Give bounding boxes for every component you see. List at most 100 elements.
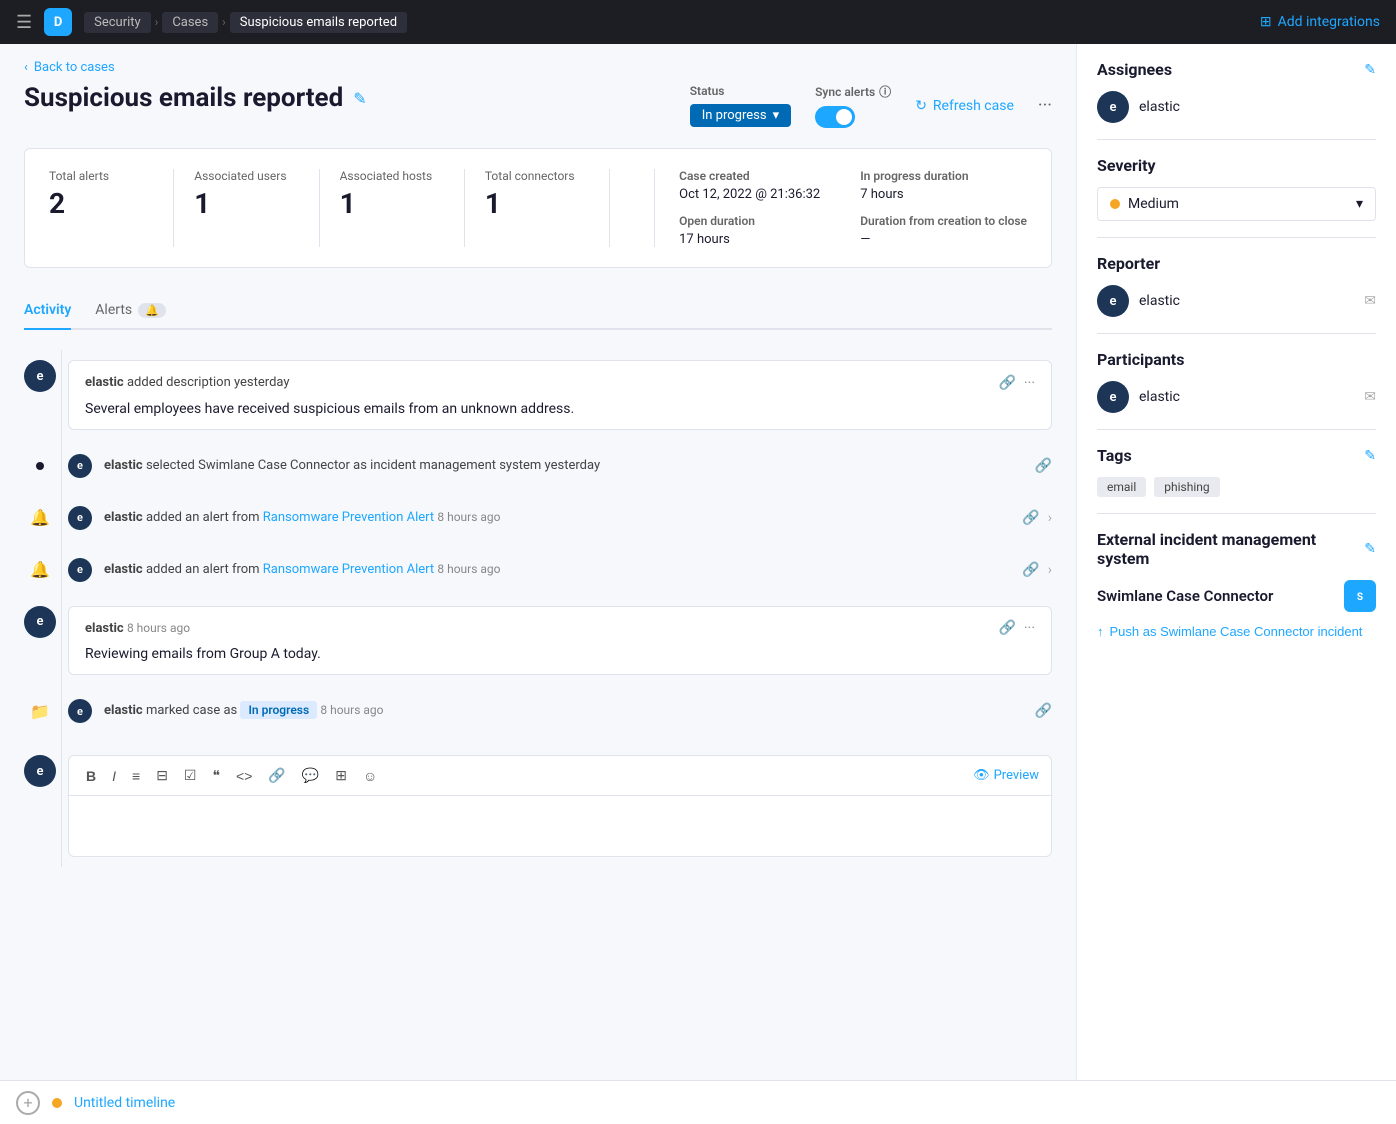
page-title: Suspicious emails reported [24,83,343,113]
right-panel: Assignees ✎ e elastic Severity Medium ▾ [1076,44,1396,1080]
total-connectors-stat: Total connectors 1 [485,169,610,247]
breadcrumb-current: Suspicious emails reported [230,12,407,33]
reporter-row: e elastic ✉ [1097,285,1376,317]
comment-card: elastic 8 hours ago 🔗 ··· Reviewing emai… [68,606,1052,676]
page-header: Suspicious emails reported ✎ Status In p… [24,83,1052,128]
ordered-list-button[interactable]: ⊟ [151,764,173,787]
tags-section: Tags ✎ email phishing [1097,446,1376,497]
description-card: elastic added description yesterday 🔗 ··… [68,360,1052,430]
code-button[interactable]: <> [231,765,257,787]
severity-select[interactable]: Medium ▾ [1097,187,1376,221]
expand-icon-2[interactable]: › [1048,562,1052,578]
dot-icon [24,450,56,482]
alert-1-link[interactable]: Ransomware Prevention Alert [263,510,434,525]
connector-row: Swimlane Case Connector S [1097,580,1376,612]
mail-icon[interactable]: ✉ [1364,293,1376,309]
breadcrumb-cases[interactable]: Cases [162,12,218,33]
timeline-link[interactable]: Untitled timeline [74,1095,175,1111]
left-panel: ‹ Back to cases Suspicious emails report… [0,44,1076,1080]
tag-phishing: phishing [1154,477,1219,497]
edit-tags-icon[interactable]: ✎ [1364,448,1376,464]
link-icon-5[interactable]: 🔗 [999,620,1016,636]
activity-comment: e elastic 8 hours ago 🔗 ··· [24,596,1052,686]
alert-2-link[interactable]: Ransomware Prevention Alert [263,562,434,577]
status-block: Status In progress ▾ [690,84,791,127]
app-logo: D [44,8,72,36]
breadcrumb-security[interactable]: Security [84,12,151,33]
alerts-badge: 🔔 [138,303,166,318]
more-options-icon[interactable]: ··· [1038,95,1052,116]
edit-title-icon[interactable]: ✎ [353,89,366,108]
table-button[interactable]: ⊞ [330,764,352,787]
emoji-button[interactable]: ☺ [358,765,382,787]
avatar-alert-1: e [68,506,92,530]
link-icon-6[interactable]: 🔗 [1035,703,1052,719]
tab-activity[interactable]: Activity [24,292,71,330]
chevron-down-icon: ▾ [773,108,780,123]
associated-hosts-stat: Associated hosts 1 [340,169,465,247]
info-icon: ⓘ [879,83,891,100]
more-icon[interactable]: ··· [1024,375,1035,391]
hamburger-icon[interactable]: ☰ [16,12,32,33]
link-icon-2[interactable]: 🔗 [1035,458,1052,474]
preview-button[interactable]: 👁 Preview [973,768,1039,783]
activity-list: e elastic added description yesterday 🔗 … [24,350,1052,867]
italic-button[interactable]: I [107,765,121,787]
more-icon-2[interactable]: ··· [1024,620,1035,636]
chevron-down-icon: ▾ [1356,196,1363,212]
refresh-case-button[interactable]: ↻ Refresh case [915,98,1014,114]
eye-icon: 👁 [973,768,990,783]
reporter-name: elastic [1139,293,1180,309]
assignee-row: e elastic [1097,91,1376,123]
mail-icon-participant[interactable]: ✉ [1364,389,1376,405]
page-title-row: Suspicious emails reported ✎ [24,83,367,113]
tag-email: email [1097,477,1146,497]
expand-icon-1[interactable]: › [1048,510,1052,526]
participant-name: elastic [1139,389,1180,405]
external-incident-section: External incident management system ✎ Sw… [1097,530,1376,639]
bell-icon-2: 🔔 [24,554,56,586]
svg-text:S: S [1357,592,1363,603]
link-icon-4[interactable]: 🔗 [1022,562,1039,578]
avatar-swimlane: e [68,454,92,478]
sync-toggle[interactable] [815,106,855,128]
case-meta: Case created Oct 12, 2022 @ 21:36:32 Ope… [679,169,1027,247]
edit-ext-icon[interactable]: ✎ [1364,541,1376,557]
push-swimlane-button[interactable]: ↑ Push as Swimlane Case Connector incide… [1097,624,1362,639]
timeline-status-dot [52,1098,62,1108]
assignee-name: elastic [1139,99,1180,115]
editor-body[interactable] [69,796,1051,856]
edit-assignees-icon[interactable]: ✎ [1364,62,1376,78]
tags-row: email phishing [1097,477,1376,497]
avatar-description: e [24,360,56,392]
reporter-section-header: Reporter [1097,254,1376,273]
bell-icon-1: 🔔 [24,502,56,534]
status-dropdown[interactable]: In progress ▾ [690,104,791,127]
activity-alert-1: 🔔 e elastic added an alert from Ransomwa… [24,492,1052,544]
assignee-avatar: e [1097,91,1129,123]
top-navigation: ☰ D Security › Cases › Suspicious emails… [0,0,1396,44]
avatar-alert-2: e [68,558,92,582]
activity-alert-2: 🔔 e elastic added an alert from Ransomwa… [24,544,1052,596]
align-button[interactable]: ≡ [127,765,145,787]
activity-status-change: 📁 e elastic marked case as In progress 8… [24,685,1052,737]
participant-avatar: e [1097,381,1129,413]
tab-alerts[interactable]: Alerts 🔔 [95,292,166,330]
comment-button[interactable]: 💬 [297,764,324,787]
severity-value: Medium [1128,196,1179,212]
participants-row: e elastic ✉ [1097,381,1376,413]
link-icon[interactable]: 🔗 [999,375,1016,391]
add-timeline-button[interactable]: + [16,1091,40,1115]
associated-users-stat: Associated users 1 [194,169,319,247]
link-button[interactable]: 🔗 [263,764,290,787]
unordered-list-button[interactable]: ☑ [179,764,202,787]
bold-button[interactable]: B [81,765,101,787]
sync-block: Sync alerts ⓘ [815,83,891,128]
back-to-cases-link[interactable]: ‹ Back to cases [24,60,1052,75]
quote-button[interactable]: ❝ [207,764,225,787]
avatar-status: e [68,699,92,723]
link-icon-3[interactable]: 🔗 [1022,510,1039,526]
in-progress-badge: In progress [240,701,317,719]
add-integrations-button[interactable]: ⊞ Add integrations [1260,14,1380,30]
refresh-icon: ↻ [915,98,927,114]
